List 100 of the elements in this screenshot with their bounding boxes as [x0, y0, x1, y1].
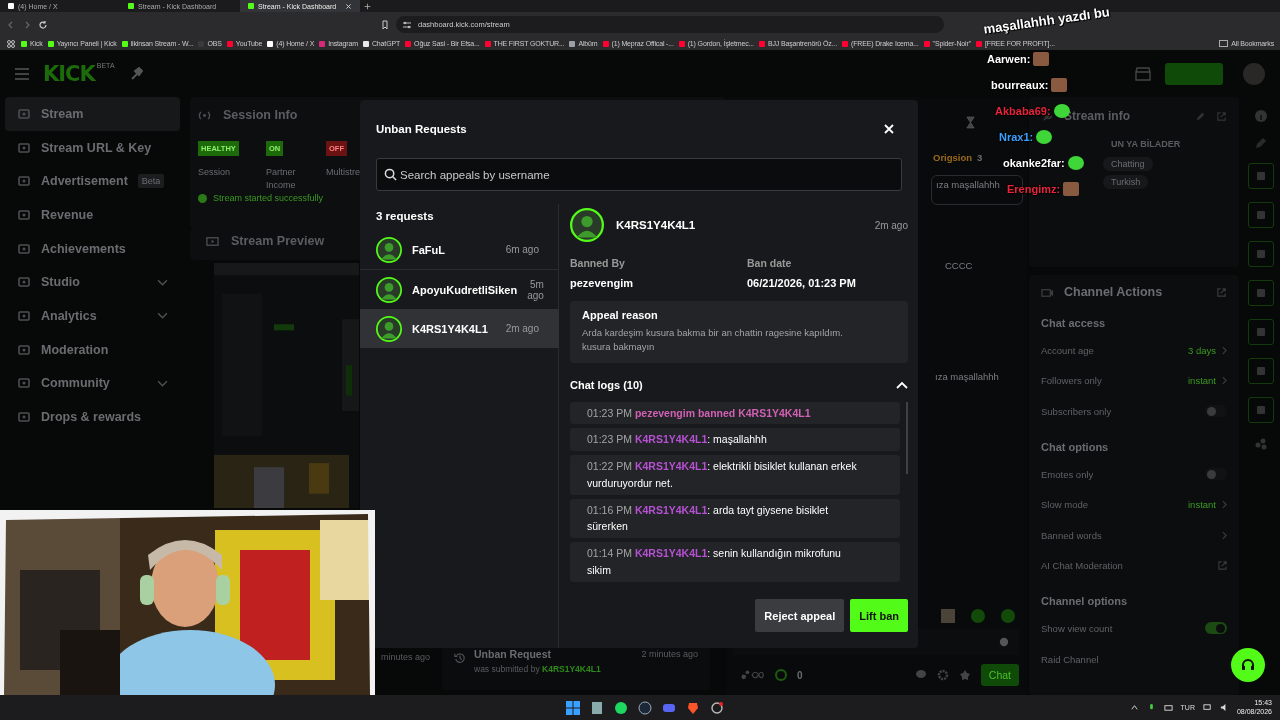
sidebar-item[interactable]: Revenue — [5, 198, 180, 232]
store-icon[interactable] — [1135, 66, 1151, 81]
search-icon — [384, 168, 397, 181]
section-heading: Chat access — [1041, 317, 1107, 329]
edit-icon[interactable] — [1195, 110, 1206, 122]
dots-icon[interactable] — [1253, 436, 1268, 450]
chevron-right-icon — [1222, 500, 1227, 510]
users-icon — [17, 376, 31, 391]
appeal-title: Appeal reason — [582, 309, 659, 321]
reload-icon[interactable] — [38, 19, 48, 30]
edit-icon[interactable] — [1253, 136, 1268, 150]
stat-label: Multistre — [326, 166, 360, 179]
music-app-icon[interactable] — [614, 700, 628, 715]
search-field[interactable]: Search appeals by username — [376, 158, 902, 191]
external-link-icon[interactable] — [1216, 110, 1227, 122]
setting-row[interactable]: Followers only instant — [1041, 365, 1227, 397]
document-icon[interactable] — [590, 700, 604, 715]
avatar-icon — [376, 236, 402, 263]
field-label: Banned By — [570, 257, 626, 269]
chat-log-message: 01:22 PM K4RS1Y4K4L1: elektrikli bisiklet kullanan erkek vurduruyordur net. — [587, 459, 858, 491]
sidebar-item[interactable]: Stream URL & Key — [5, 130, 180, 165]
network-icon[interactable] — [1202, 703, 1212, 712]
reject-appeal-button[interactable]: Reject appeal — [755, 599, 845, 632]
overlay-chat-text: okanke2far: — [1003, 156, 1065, 169]
viewer-icon — [775, 669, 787, 681]
request-count: 3 requests — [375, 209, 435, 224]
tag[interactable]: Chatting — [1103, 157, 1153, 171]
new-tab-icon[interactable] — [364, 2, 371, 10]
sidebar-item[interactable]: Community — [5, 366, 180, 401]
broadcast-icon[interactable] — [1247, 319, 1274, 345]
go-live-button[interactable] — [1165, 62, 1223, 85]
close-icon[interactable] — [345, 2, 352, 10]
chat-icon[interactable] — [1247, 280, 1274, 306]
stat-label: Partner Income — [266, 166, 297, 192]
request-item[interactable]: K4RS1Y4K4L1 2m ago — [360, 309, 559, 348]
request-time: 6m ago — [505, 244, 539, 255]
sidebar-item[interactable]: Advertisement Beta — [5, 164, 180, 199]
chat-icon[interactable] — [914, 669, 927, 681]
lift-ban-button[interactable]: Lift ban — [850, 599, 908, 632]
avatar[interactable] — [1243, 62, 1265, 85]
chat-button[interactable]: Chat — [980, 664, 1019, 686]
overlay-chat-text: maşallahhh yazdı bu — [982, 4, 1111, 37]
chevron-up-icon[interactable] — [1129, 703, 1139, 712]
drive-icon[interactable] — [1163, 703, 1173, 712]
tag[interactable]: Turkish — [1103, 175, 1149, 189]
chat-log-message: 01:16 PM K4RS1Y4K4L1: arda tayt giysene bisiklet sürerken — [587, 502, 830, 535]
activity-title: Unban Request — [474, 648, 551, 660]
viewer-count: 0 — [797, 669, 803, 681]
overlay-chat-text: bourreaux: — [991, 78, 1049, 91]
avatar-icon — [570, 208, 604, 242]
overlay-chat-text: Akbaba69: — [995, 104, 1051, 117]
activity-time: minutes ago — [380, 652, 430, 662]
emote-icon — [1051, 77, 1068, 92]
emote-icon[interactable] — [971, 609, 985, 623]
setting-row[interactable]: Account age 3 days — [1041, 335, 1227, 366]
chart-icon — [17, 308, 31, 323]
screen-icon[interactable] — [1247, 163, 1274, 189]
app-icon[interactable] — [710, 700, 724, 715]
hourglass-icon[interactable] — [966, 115, 975, 129]
overlay-chat-text: Erengimz: — [1007, 182, 1061, 195]
info-icon[interactable] — [1253, 109, 1268, 123]
activity-time: 2 minutes ago — [641, 649, 698, 659]
users-icon[interactable] — [741, 669, 765, 681]
sidebar-item[interactable]: Achievements — [5, 231, 180, 266]
lion-icon[interactable] — [686, 700, 700, 715]
settings-icon[interactable] — [936, 669, 949, 681]
emoji-icon[interactable] — [999, 637, 1009, 647]
section-heading: Channel options — [1041, 595, 1129, 608]
section-title: Chat logs (10) — [570, 378, 643, 391]
request-time: 2m ago — [505, 323, 539, 334]
external-link-icon[interactable] — [1216, 286, 1227, 298]
collapse-icon[interactable] — [896, 380, 908, 389]
emote-icon — [1033, 51, 1050, 66]
section-heading: Chat options — [1041, 440, 1110, 453]
windows-icon[interactable] — [566, 700, 580, 715]
chat-log-message: 01:14 PM K4RS1Y4K4L1: senin kullandığın mikrofunu sikim — [587, 546, 842, 579]
check-icon — [198, 193, 207, 203]
chevron-right-icon — [1222, 530, 1227, 540]
support-button[interactable] — [1231, 648, 1265, 682]
request-item[interactable]: FaFuL 6m ago — [360, 230, 559, 270]
sidebar-item[interactable]: Moderation — [5, 332, 180, 367]
lightning-icon[interactable] — [1247, 202, 1274, 228]
scrollbar[interactable] — [906, 401, 908, 474]
sidebar-item[interactable]: Studio — [5, 265, 180, 300]
menu-icon[interactable] — [15, 67, 29, 80]
sidebar-item[interactable]: Analytics — [5, 299, 180, 333]
badge-icon[interactable] — [958, 669, 971, 681]
headset-icon — [1240, 657, 1256, 673]
bookmark-icon[interactable] — [380, 19, 390, 30]
broadcast-icon — [17, 106, 31, 121]
settings-icon — [402, 19, 412, 30]
apps-grid-icon[interactable] — [6, 38, 16, 49]
setting-row[interactable]: Slow mode instant — [1041, 489, 1227, 520]
sidebar-item[interactable]: Drops & rewards — [5, 400, 180, 434]
video-icon[interactable] — [1247, 358, 1274, 384]
gift-icon — [17, 410, 31, 425]
emote-icon[interactable] — [1001, 609, 1015, 623]
chat-username[interactable]: Origsion — [933, 151, 973, 163]
game-app-icon[interactable] — [638, 700, 652, 715]
wrench-icon[interactable] — [1247, 397, 1274, 423]
